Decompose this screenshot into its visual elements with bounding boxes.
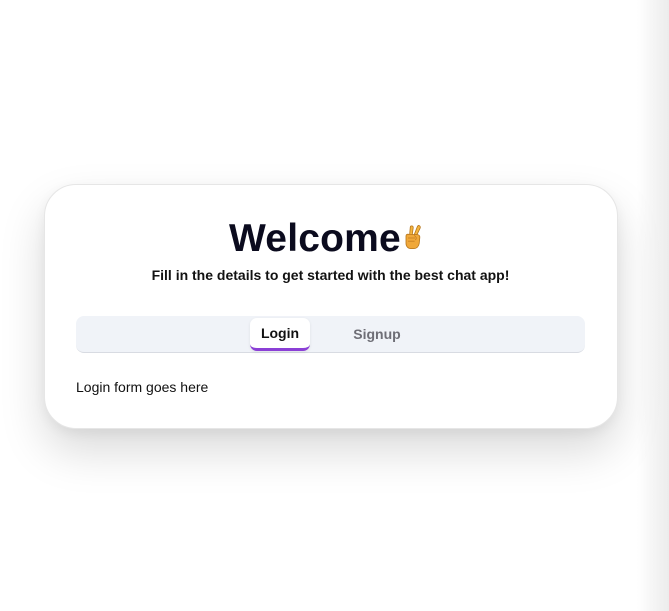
scrollbar-shadow [637, 0, 669, 611]
auth-tabs: Login Signup [76, 316, 585, 353]
tab-signup[interactable]: Signup [342, 318, 412, 351]
page-subtitle: Fill in the details to get started with … [151, 267, 510, 283]
tab-login[interactable]: Login [250, 318, 310, 351]
login-form-placeholder: Login form goes here [76, 379, 209, 395]
page: Welcome Fill in the details to get start… [0, 0, 669, 611]
victory-hand-icon [405, 225, 421, 249]
page-title: Welcome [229, 217, 401, 260]
